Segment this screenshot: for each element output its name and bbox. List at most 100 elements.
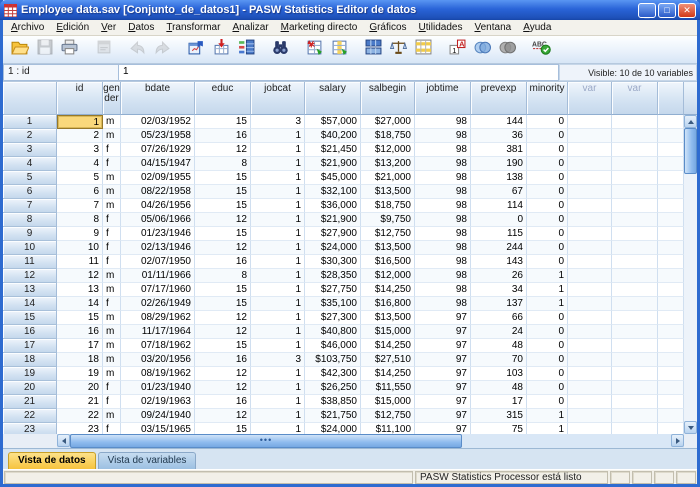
cell-jobcat-row11[interactable]: 1 [251,255,305,269]
cell-jobcat-row22[interactable]: 1 [251,409,305,423]
cell-jobtime-row14[interactable]: 98 [415,297,471,311]
cell-minority-row16[interactable]: 0 [527,325,568,339]
cell-bdate-row9[interactable]: 01/23/1946 [121,227,195,241]
cell-var1-row4[interactable] [568,157,612,171]
row-header-3[interactable]: 3 [3,143,57,157]
cell-minority-row1[interactable]: 0 [527,115,568,129]
cell-prevexp-row3[interactable]: 381 [471,143,527,157]
cell-gender-row2[interactable]: m [103,129,121,143]
menu-ventana[interactable]: Ventana [468,21,517,34]
cell-educ-row6[interactable]: 15 [195,185,251,199]
cell-gender-row10[interactable]: f [103,241,121,255]
cell-jobtime-row22[interactable]: 97 [415,409,471,423]
cell-id-row6[interactable]: 6 [57,185,103,199]
tab-data-view[interactable]: Vista de datos [8,452,96,469]
cell-minority-row2[interactable]: 0 [527,129,568,143]
menu-transformar[interactable]: Transformar [160,21,226,34]
cell-salary-row8[interactable]: $21,900 [305,213,361,227]
row-header-10[interactable]: 10 [3,241,57,255]
cell-gender-row1[interactable]: m [103,115,121,129]
cell-prevexp-row16[interactable]: 24 [471,325,527,339]
cell-bdate-row22[interactable]: 09/24/1940 [121,409,195,423]
column-header-minority[interactable]: minority [527,82,568,115]
split-file-button[interactable] [361,38,386,62]
cell-minority-row14[interactable]: 1 [527,297,568,311]
cell-salbegin-row13[interactable]: $14,250 [361,283,415,297]
row-header-21[interactable]: 21 [3,395,57,409]
cell-gender-row15[interactable]: m [103,311,121,325]
horizontal-scroll-track[interactable] [462,434,671,448]
cell-minority-row22[interactable]: 1 [527,409,568,423]
cell-salbegin-row3[interactable]: $12,000 [361,143,415,157]
find-button[interactable] [268,38,293,62]
cell-jobtime-row18[interactable]: 97 [415,353,471,367]
cell-prevexp-row6[interactable]: 67 [471,185,527,199]
cell-id-row19[interactable]: 19 [57,367,103,381]
cell-prevexp-row8[interactable]: 0 [471,213,527,227]
cell-jobcat-row10[interactable]: 1 [251,241,305,255]
cell-prevexp-row13[interactable]: 34 [471,283,527,297]
cell-minority-row10[interactable]: 0 [527,241,568,255]
cell-salbegin-row11[interactable]: $16,500 [361,255,415,269]
cell-salbegin-row19[interactable]: $14,250 [361,367,415,381]
cell-gender-row18[interactable]: m [103,353,121,367]
cell-educ-row2[interactable]: 16 [195,129,251,143]
menu-utilidades[interactable]: Utilidades [413,21,469,34]
cell-var1-row14[interactable] [568,297,612,311]
close-button[interactable]: ✕ [678,3,696,18]
cell-prevexp-row20[interactable]: 48 [471,381,527,395]
cell-educ-row13[interactable]: 15 [195,283,251,297]
cell-educ-row1[interactable]: 15 [195,115,251,129]
cell-var1-row15[interactable] [568,311,612,325]
cell-salbegin-row1[interactable]: $27,000 [361,115,415,129]
cell-salary-row5[interactable]: $45,000 [305,171,361,185]
cell-salary-row9[interactable]: $27,900 [305,227,361,241]
cell-jobtime-row3[interactable]: 98 [415,143,471,157]
cell-jobtime-row5[interactable]: 98 [415,171,471,185]
cell-gender-row6[interactable]: m [103,185,121,199]
cell-id-row9[interactable]: 9 [57,227,103,241]
cell-jobcat-row8[interactable]: 1 [251,213,305,227]
row-header-8[interactable]: 8 [3,213,57,227]
cell-prevexp-row11[interactable]: 143 [471,255,527,269]
cell-educ-row19[interactable]: 12 [195,367,251,381]
cell-id-row4[interactable]: 4 [57,157,103,171]
cell-gender-row19[interactable]: m [103,367,121,381]
cell-var2-row18[interactable] [612,353,658,367]
cell-var2-row17[interactable] [612,339,658,353]
cell-var1-row23[interactable] [568,423,612,434]
cell-bdate-row1[interactable]: 02/03/1952 [121,115,195,129]
cell-var1-row18[interactable] [568,353,612,367]
column-header-gender[interactable]: gender [103,82,121,115]
cell-bdate-row14[interactable]: 02/26/1949 [121,297,195,311]
cell-salbegin-row17[interactable]: $14,250 [361,339,415,353]
cell-educ-row15[interactable]: 12 [195,311,251,325]
cell-salbegin-row6[interactable]: $13,500 [361,185,415,199]
cell-var2-row20[interactable] [612,381,658,395]
row-header-9[interactable]: 9 [3,227,57,241]
cell-var1-row7[interactable] [568,199,612,213]
cell-educ-row16[interactable]: 12 [195,325,251,339]
cell-bdate-row5[interactable]: 02/09/1955 [121,171,195,185]
cell-minority-row12[interactable]: 1 [527,269,568,283]
cell-jobcat-row9[interactable]: 1 [251,227,305,241]
row-header-18[interactable]: 18 [3,353,57,367]
cell-minority-row15[interactable]: 0 [527,311,568,325]
cell-id-row20[interactable]: 20 [57,381,103,395]
spreadsheet[interactable]: idgenderbdateeducjobcatsalarysalbeginjob… [3,82,684,434]
cell-salbegin-row22[interactable]: $12,750 [361,409,415,423]
column-header-var2[interactable]: var [612,82,658,115]
cell-bdate-row20[interactable]: 01/23/1940 [121,381,195,395]
cell-educ-row12[interactable]: 8 [195,269,251,283]
menu-edici-n[interactable]: Edición [50,21,95,34]
cell-bdate-row10[interactable]: 02/13/1946 [121,241,195,255]
goto-case-button[interactable] [209,38,234,62]
cell-jobtime-row17[interactable]: 97 [415,339,471,353]
cell-var2-row11[interactable] [612,255,658,269]
cell-jobcat-row7[interactable]: 1 [251,199,305,213]
cell-minority-row6[interactable]: 0 [527,185,568,199]
row-header-13[interactable]: 13 [3,283,57,297]
cell-var2-row7[interactable] [612,199,658,213]
cell-minority-row17[interactable]: 0 [527,339,568,353]
variables-button[interactable] [234,38,259,62]
